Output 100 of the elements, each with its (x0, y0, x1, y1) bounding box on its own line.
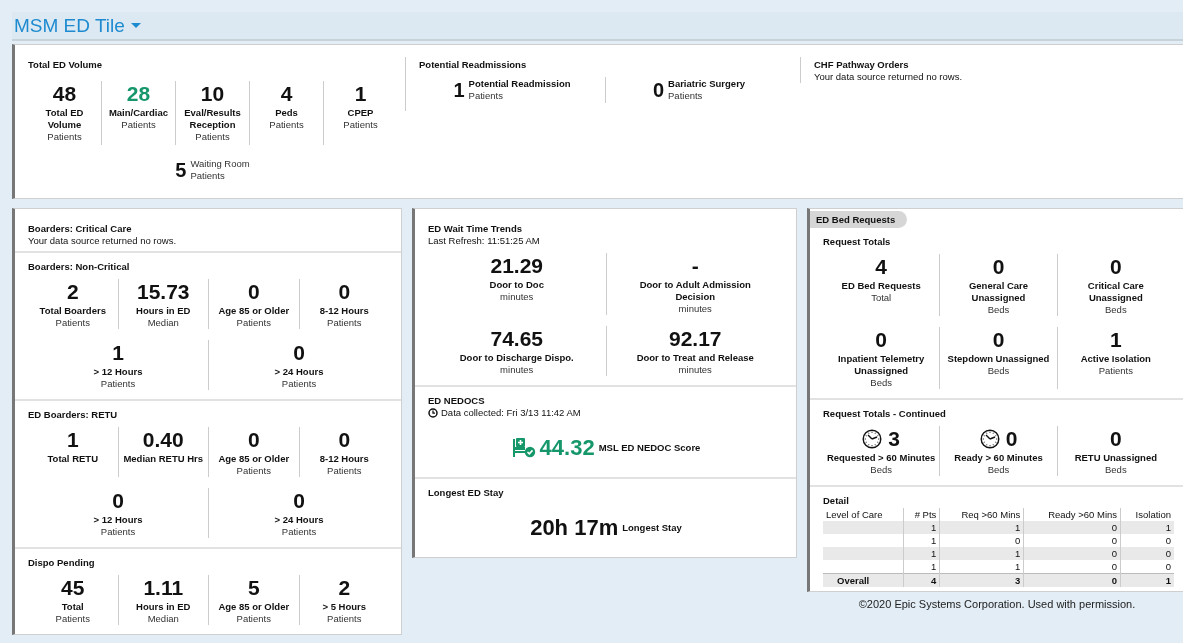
stat-caption: Patients (236, 613, 271, 625)
section-title: Request Totals (823, 236, 892, 248)
section-title: Boarders: Non-Critical (28, 261, 131, 273)
stat-label: Door to Adult Admission Decision (638, 279, 752, 303)
stat-caption: Patients (236, 317, 271, 329)
table-cell: Overall (823, 573, 904, 587)
stat-caption: Beds (870, 377, 892, 389)
stat-label: Longest Stay (622, 522, 682, 534)
section-title: Longest ED Stay (428, 487, 505, 499)
subtitle-text: Last Refresh: 11:51:25 AM (428, 235, 540, 247)
stat-label: Total RETU (47, 453, 98, 465)
stat-label: > 24 Hours (274, 366, 324, 378)
tile-title: ED Bed Requests (810, 211, 908, 228)
table-cell: 0 (1023, 573, 1121, 587)
stat-value: 3 (888, 426, 900, 452)
stat-caption: Patients (281, 526, 317, 538)
stat-label: Total (61, 601, 84, 613)
stat-value: 0 (247, 279, 260, 305)
section-title: ED Wait Time Trends (428, 223, 523, 235)
stat-caption: Patients (468, 90, 504, 102)
stat-value: 20h 17m (530, 515, 619, 541)
stat-label: Potential Readmission (468, 78, 571, 90)
stat-label: > 12 Hours (93, 514, 143, 526)
clock-icon (979, 429, 1000, 449)
stat-value: 0 (293, 340, 305, 366)
table-cell: 1 (1120, 573, 1174, 587)
stat-label: Ready > 60 Minutes (954, 452, 1043, 464)
section-title: ED Boarders: RETU (28, 409, 119, 421)
dashboard-menu[interactable]: MSM ED Tile (12, 14, 141, 37)
stat-caption: Patients (281, 378, 317, 390)
stat-label: Age 85 or Older (218, 601, 290, 613)
table-cell: 4 (903, 573, 940, 587)
stat-value: 0 (1005, 426, 1018, 452)
table-cell: 0 (1023, 547, 1121, 560)
subtitle-text: Data collected: Fri 3/13 11:42 AM (441, 407, 581, 419)
stat-label: 8-12 Hours (319, 305, 369, 317)
stat-label: Eval/Results Reception (183, 107, 242, 131)
section-title: Total ED Volume (28, 59, 104, 71)
stat-value: 44.32 (539, 435, 595, 461)
stat-value: 5 (175, 158, 187, 183)
stat-value: 0 (652, 78, 664, 103)
stat-value: 0 (992, 327, 1005, 353)
stat-value: 0 (1109, 426, 1122, 452)
empty-message: Your data source returned no rows. (28, 235, 178, 247)
stat-label: Door to Discharge Dispo. (459, 352, 574, 364)
table-cell: 0 (1120, 547, 1174, 560)
stat-caption: Patients (236, 465, 271, 477)
stat-label: Hours in ED (136, 601, 191, 613)
stat-value: 0 (338, 427, 351, 453)
stat-caption: Patients (195, 131, 230, 143)
stat-value: 1 (453, 78, 465, 103)
section-title: CHF Pathway Orders (814, 59, 910, 71)
stat-caption: Patients (121, 119, 156, 131)
stat-value: 92.17 (668, 326, 722, 352)
table-cell: 1 (939, 521, 1024, 534)
stat-label: > 12 Hours (93, 366, 143, 378)
stat-label: > 24 Hours (274, 514, 324, 526)
stat-label: RETU Unassigned (1074, 452, 1157, 464)
stat-value: 1 (1109, 327, 1122, 353)
stat-label: MSL ED NEDOC Score (598, 442, 701, 454)
section-title: Dispo Pending (28, 557, 96, 569)
stat-label: > 5 Hours (322, 601, 367, 613)
copyright-text: ©2020 Epic Systems Corporation. Used with permission. (857, 598, 1137, 610)
stat-caption: minutes (678, 364, 712, 376)
empty-message: Your data source returned no rows. (814, 71, 964, 83)
section-title: ED NEDOCS (428, 395, 486, 407)
stat-value: 0 (247, 427, 260, 453)
stat-caption: Beds (987, 304, 1010, 316)
stat-value: 1.11 (143, 575, 184, 601)
table-cell: 1 (903, 547, 940, 560)
stat-label: Total Boarders (39, 305, 106, 317)
caret-icon (130, 22, 141, 29)
stat-caption: Patients (47, 131, 82, 143)
stat-caption: Patients (55, 613, 90, 625)
stat-caption: Beds (870, 464, 892, 476)
stat-label: Critical Care Unassigned (1086, 280, 1145, 304)
stat-label: Total ED Volume (44, 107, 85, 131)
table-cell: 1 (1120, 521, 1174, 534)
stat-label: Age 85 or Older (218, 453, 290, 465)
hospital-bed-icon (511, 437, 536, 459)
stat-value: 5 (247, 575, 260, 601)
stat-label: 8-12 Hours (319, 453, 369, 465)
stat-label: Inpatient Telemetry Unassigned (836, 353, 926, 377)
stat-value: 0 (112, 488, 124, 514)
stat-label: General Care Unassigned (967, 280, 1030, 304)
stat-value: 0 (875, 327, 887, 353)
stat-label: Door to Treat and Release (636, 352, 754, 364)
stat-value: 4 (875, 254, 887, 280)
stat-value: 45 (61, 575, 85, 601)
stat-value: 2 (338, 575, 351, 601)
stat-value: 1 (66, 427, 79, 453)
stat-label: Age 85 or Older (218, 305, 290, 317)
section-title: Potential Readmissions (419, 59, 528, 71)
clock-icon (428, 408, 438, 418)
stat-caption: Patients (327, 465, 362, 477)
stat-caption: Patients (190, 170, 226, 182)
stat-label: Hours in ED (136, 305, 191, 317)
stat-value: 4 (280, 81, 293, 107)
stat-value: 0 (1109, 254, 1122, 280)
table-cell: 3 (939, 573, 1024, 587)
